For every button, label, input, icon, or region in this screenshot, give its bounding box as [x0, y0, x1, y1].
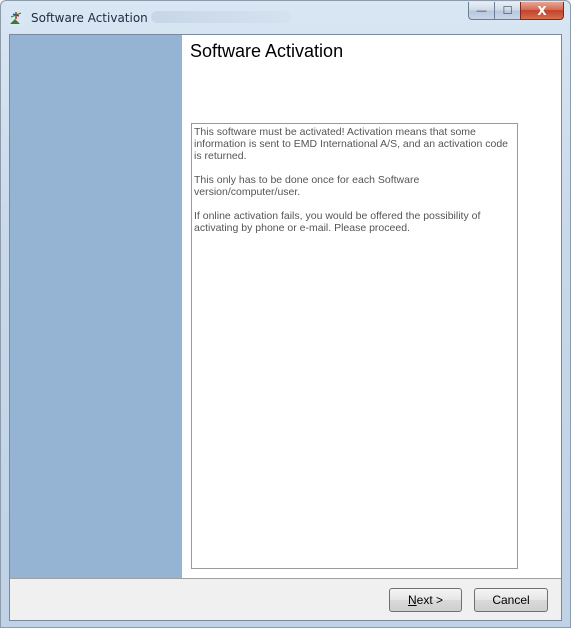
maximize-button[interactable]: ☐ [494, 2, 520, 20]
title-bar-background [151, 11, 291, 23]
button-bar: Next > Cancel [10, 579, 561, 620]
message-paragraph: This software must be activated! Activat… [194, 126, 509, 162]
window-title: Software Activation [31, 11, 148, 25]
next-button-label: ext > [416, 593, 444, 607]
side-panel [10, 35, 182, 578]
page-heading: Software Activation [190, 41, 344, 61]
cancel-button[interactable]: Cancel [474, 588, 548, 612]
minimize-icon: — [476, 4, 487, 17]
message-paragraph: This only has to be done once for each S… [194, 174, 420, 198]
software-activation-window: Software Activation — ☐ X Software Activ… [0, 0, 571, 628]
caption-buttons: — ☐ X [468, 2, 564, 22]
close-button[interactable]: X [520, 2, 564, 20]
minimize-button[interactable]: — [468, 2, 494, 20]
maximize-icon: ☐ [502, 4, 513, 17]
next-button[interactable]: Next > [389, 588, 462, 612]
title-bar[interactable]: Software Activation — ☐ X [1, 1, 570, 35]
message-paragraph: If online activation fails, you would be… [194, 210, 481, 234]
activation-message-box[interactable]: This software must be activated! Activat… [191, 123, 518, 569]
main-panel: Software Activation This software must b… [182, 35, 561, 578]
app-icon [8, 10, 24, 26]
next-button-mnemonic: N [407, 593, 417, 607]
close-icon: X [537, 3, 547, 18]
dialog-client-area: Software Activation This software must b… [9, 34, 562, 621]
